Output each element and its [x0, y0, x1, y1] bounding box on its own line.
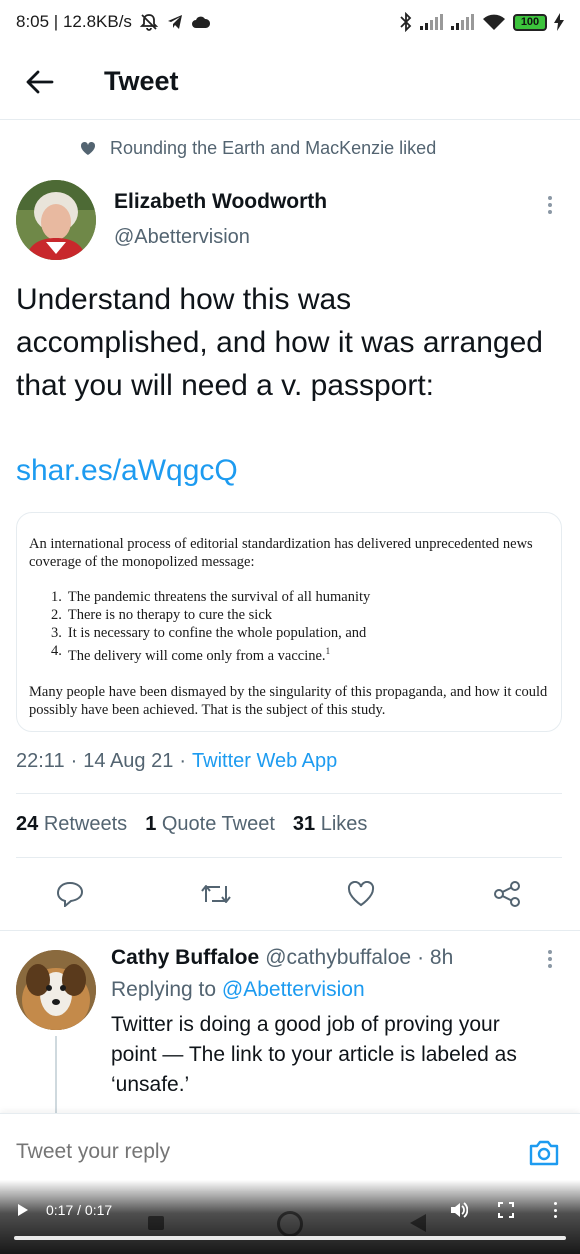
- author-name[interactable]: Elizabeth Woodworth: [114, 190, 327, 214]
- status-bar: 8:05 | 12.8KB/s 100: [0, 0, 580, 44]
- quotes-label: Quote Tweet: [161, 813, 275, 835]
- mute-bell-icon: [139, 12, 159, 32]
- replying-to-prefix: Replying to: [111, 978, 217, 1001]
- back-arrow-icon: [26, 70, 54, 93]
- recents-nav-icon: [148, 1216, 164, 1230]
- likes-stat[interactable]: 31 Likes: [293, 813, 368, 836]
- video-controls: 0:17 / 0:17: [0, 1180, 580, 1254]
- divider: [16, 793, 562, 794]
- quotes-count: 1: [145, 813, 157, 835]
- tweet-text: Understand how this was accomplished, an…: [16, 283, 543, 402]
- retweets-count: 24: [16, 813, 39, 835]
- image-list: 1. The pandemic threatens the survival of…: [51, 588, 549, 665]
- tweet-source-link[interactable]: Twitter Web App: [192, 750, 337, 773]
- image-intro-text: An international process of editorial st…: [29, 536, 533, 570]
- tweet-link[interactable]: shar.es/aWqgcQ: [16, 449, 238, 492]
- replying-to: Replying to @Abettervision: [111, 978, 365, 1002]
- play-icon: [18, 1204, 28, 1216]
- quotes-stat[interactable]: 1 Quote Tweet: [145, 813, 275, 836]
- camera-icon: [529, 1140, 559, 1166]
- retweet-button[interactable]: [196, 874, 236, 914]
- retweets-stat[interactable]: 24 Retweets: [16, 813, 127, 836]
- social-context-text: Rounding the Earth and MacKenzie liked: [110, 138, 437, 158]
- volume-button[interactable]: [450, 1202, 469, 1223]
- status-bar-right: 100: [399, 12, 564, 32]
- list-number: 2.: [51, 607, 62, 623]
- list-text: The delivery will come only from a vacci…: [67, 647, 326, 664]
- image-list-item: 2. There is no therapy to cure the sick: [51, 606, 549, 624]
- divider: [16, 857, 562, 858]
- author-handle[interactable]: @Abettervision: [114, 226, 250, 249]
- footnote-mark: 1: [325, 646, 331, 656]
- thread-line: [55, 1036, 57, 1116]
- reply-more-options-icon[interactable]: [540, 948, 560, 970]
- retweet-icon: [201, 885, 231, 903]
- reply-avatar[interactable]: [16, 950, 96, 1030]
- fullscreen-icon: [498, 1202, 514, 1218]
- status-bar-left: 8:05 | 12.8KB/s: [16, 12, 211, 32]
- image-list-item: 4. The delivery will come only from a vac…: [51, 642, 549, 665]
- page-title: Tweet: [104, 66, 179, 96]
- social-context[interactable]: Rounding the Earth and MacKenzie liked: [80, 138, 436, 159]
- home-nav-icon: [277, 1211, 303, 1237]
- back-button[interactable]: [0, 44, 80, 120]
- cloud-icon: [191, 15, 211, 29]
- camera-button[interactable]: [526, 1136, 562, 1170]
- tweet-date: 14 Aug 21: [83, 750, 174, 772]
- reply-author-name[interactable]: Cathy Buffaloe: [111, 946, 259, 970]
- header: Tweet: [0, 44, 580, 120]
- reply-button[interactable]: [50, 874, 90, 914]
- video-progress-bar[interactable]: [14, 1236, 566, 1240]
- retweets-label: Retweets: [43, 813, 128, 835]
- list-number: 4.: [51, 643, 62, 659]
- telegram-icon: [166, 13, 184, 31]
- battery-icon: 100: [513, 13, 547, 31]
- likes-label: Likes: [320, 813, 368, 835]
- video-time: 0:17 / 0:17: [46, 1202, 113, 1218]
- divider: [0, 930, 580, 931]
- play-button[interactable]: [16, 1202, 30, 1223]
- replying-to-mention[interactable]: @Abettervision: [222, 978, 365, 1001]
- battery-level: 100: [520, 16, 540, 28]
- reply-time: · 8h: [417, 946, 454, 969]
- avatar[interactable]: [16, 180, 96, 260]
- image-list-item: 3. It is necessary to confine the whole p…: [51, 624, 549, 642]
- meta-separator: ·: [179, 750, 187, 772]
- list-text: It is necessary to confine the whole pop…: [67, 625, 367, 641]
- action-bar: [0, 866, 580, 922]
- fullscreen-button[interactable]: [498, 1202, 514, 1223]
- image-outro-text: Many people have been dismayed by the si…: [29, 683, 548, 718]
- meta-separator: ·: [70, 750, 78, 772]
- list-text: The pandemic threatens the survival of a…: [67, 589, 371, 605]
- signal-icon: [451, 14, 475, 30]
- tweet-image[interactable]: An international process of editorial st…: [16, 512, 562, 732]
- image-list-item: 1. The pandemic threatens the survival of…: [51, 588, 549, 606]
- reply-header: Cathy Buffaloe @cathybuffaloe · 8h: [111, 946, 453, 970]
- likes-count: 31: [292, 813, 316, 835]
- share-button[interactable]: [487, 874, 527, 914]
- heart-icon: [347, 881, 375, 907]
- tweet-time: 22:11: [16, 750, 65, 772]
- bluetooth-icon: [399, 12, 413, 32]
- list-number: 1.: [51, 589, 62, 605]
- back-nav-icon: [410, 1214, 426, 1232]
- wifi-icon: [482, 13, 506, 31]
- engagement-stats: 24 Retweets 1 Quote Tweet 31 Likes: [16, 813, 367, 836]
- signal-icon: [420, 14, 444, 30]
- reply-author-handle[interactable]: @cathybuffaloe: [265, 946, 411, 970]
- share-icon: [494, 881, 520, 907]
- reply-icon: [56, 881, 84, 907]
- list-number: 3.: [51, 625, 62, 641]
- list-text: There is no therapy to cure the sick: [67, 607, 273, 623]
- volume-icon: [451, 1202, 469, 1218]
- status-time-speed: 8:05 | 12.8KB/s: [16, 12, 132, 31]
- like-button[interactable]: [341, 874, 381, 914]
- reply-input[interactable]: [16, 1140, 456, 1164]
- more-options-icon[interactable]: [540, 192, 560, 218]
- tweet-meta: 22:11 · 14 Aug 21 · Twitter Web App: [16, 750, 337, 773]
- video-more-icon[interactable]: [552, 1202, 558, 1218]
- reply-text: Twitter is doing a good job of proving y…: [111, 1013, 517, 1096]
- heart-filled-icon: [80, 141, 96, 155]
- charging-bolt-icon: [554, 13, 564, 31]
